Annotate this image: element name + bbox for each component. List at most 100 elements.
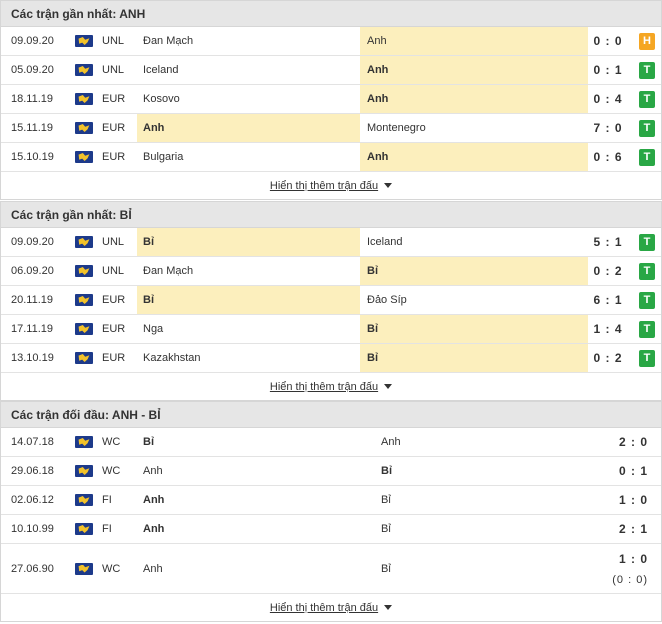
flag-icon — [75, 143, 95, 171]
competition: EUR — [102, 352, 126, 364]
match-date: 20.11.19 — [11, 294, 54, 306]
home-team[interactable]: Anh — [137, 457, 374, 485]
flag-icon — [75, 315, 95, 343]
away-team[interactable]: Bỉ — [360, 344, 588, 372]
away-team[interactable]: Bỉ — [360, 257, 588, 285]
away-team[interactable]: Anh — [360, 85, 588, 113]
flag-icon — [75, 114, 95, 142]
flag-icon — [75, 286, 95, 314]
home-team[interactable]: Anh — [137, 515, 374, 543]
home-team[interactable]: Anh — [137, 544, 374, 593]
result-badge: T — [638, 143, 656, 171]
match-score: 1 : 4 — [593, 322, 623, 336]
away-team[interactable]: Bỉ — [360, 315, 588, 343]
flag-icon — [75, 27, 95, 55]
flag-icon — [75, 85, 95, 113]
match-score: 7 : 0 — [593, 121, 623, 135]
match-score: 0 : 0 — [593, 34, 623, 48]
match-score: 6 : 1 — [593, 293, 623, 307]
away-team[interactable]: Iceland — [360, 228, 588, 256]
competition: UNL — [102, 35, 125, 47]
show-more-link[interactable]: Hiển thị thêm trận đấu — [270, 381, 378, 393]
match-date: 06.09.20 — [11, 265, 54, 277]
result-badge: T — [638, 228, 656, 256]
match-row[interactable]: 13.10.19 EUR Kazakhstan Bỉ 0 : 2 T — [1, 344, 661, 373]
match-row[interactable]: 15.11.19 EUR Anh Montenegro 7 : 0 T — [1, 114, 661, 143]
match-score: 1 : 0 — [618, 493, 648, 507]
away-team[interactable]: Bỉ — [374, 544, 604, 593]
caret-down-icon[interactable] — [384, 384, 393, 389]
match-score: 0 : 1 — [593, 63, 623, 77]
home-team[interactable]: Bỉ — [137, 286, 360, 314]
match-score: 5 : 1 — [593, 235, 623, 249]
match-date: 15.10.19 — [11, 151, 54, 163]
caret-down-icon[interactable] — [384, 183, 393, 188]
match-row[interactable]: 29.06.18 WC Anh Bỉ 0 : 1 — [1, 457, 661, 486]
match-date: 09.09.20 — [11, 236, 54, 248]
home-team[interactable]: Nga — [137, 315, 360, 343]
home-team[interactable]: Bỉ — [137, 428, 374, 456]
match-row[interactable]: 05.09.20 UNL Iceland Anh 0 : 1 T — [1, 56, 661, 85]
home-team[interactable]: Anh — [137, 114, 360, 142]
home-team[interactable]: Đan Mạch — [137, 257, 360, 285]
match-row[interactable]: 17.11.19 EUR Nga Bỉ 1 : 4 T — [1, 315, 661, 344]
flag-icon — [75, 344, 95, 372]
match-row[interactable]: 20.11.19 EUR Bỉ Đảo Síp 6 : 1 T — [1, 286, 661, 315]
home-team[interactable]: Bỉ — [137, 228, 360, 256]
match-row[interactable]: 14.07.18 WC Bỉ Anh 2 : 0 — [1, 428, 661, 457]
match-row[interactable]: 18.11.19 EUR Kosovo Anh 0 : 4 T — [1, 85, 661, 114]
match-row[interactable]: 15.10.19 EUR Bulgaria Anh 0 : 6 T — [1, 143, 661, 172]
caret-down-icon[interactable] — [384, 605, 393, 610]
result-badge: T — [638, 85, 656, 113]
show-more-link[interactable]: Hiển thị thêm trận đấu — [270, 180, 378, 192]
away-team[interactable]: Montenegro — [360, 114, 588, 142]
section-title: Các trận đối đầu: ANH - BỈ — [1, 402, 661, 428]
show-more: Hiển thị thêm trận đấu — [1, 594, 661, 621]
home-team[interactable]: Đan Mạch — [137, 27, 360, 55]
competition: UNL — [102, 265, 125, 277]
match-date: 09.09.20 — [11, 35, 54, 47]
match-score: 0 : 2 — [593, 351, 623, 365]
result-badge: T — [638, 114, 656, 142]
match-date: 29.06.18 — [11, 465, 54, 477]
recent-matches-belgium: Các trận gần nhất: BỈ 09.09.20 UNL Bỉ Ic… — [0, 201, 662, 401]
match-row[interactable]: 02.06.12 FI Anh Bỉ 1 : 0 — [1, 486, 661, 515]
flag-icon — [75, 515, 95, 543]
match-row[interactable]: 09.09.20 UNL Bỉ Iceland 5 : 1 T — [1, 228, 661, 257]
away-team[interactable]: Anh — [360, 27, 588, 55]
home-team[interactable]: Bulgaria — [137, 143, 360, 171]
result-badge: T — [638, 286, 656, 314]
away-team[interactable]: Bỉ — [374, 486, 604, 514]
competition: WC — [102, 562, 121, 575]
away-team[interactable]: Bỉ — [374, 457, 604, 485]
away-team[interactable]: Đảo Síp — [360, 286, 588, 314]
match-score: 0 : 4 — [593, 92, 623, 106]
away-team[interactable]: Anh — [374, 428, 604, 456]
flag-icon — [75, 486, 95, 514]
full-time-score: 1 : 0 — [618, 551, 648, 566]
competition: FI — [102, 494, 112, 506]
competition: UNL — [102, 236, 125, 248]
show-more-link[interactable]: Hiển thị thêm trận đấu — [270, 602, 378, 614]
home-team[interactable]: Iceland — [137, 56, 360, 84]
match-row[interactable]: 27.06.90 WC Anh Bỉ 1 : 0 (0 : 0) — [1, 544, 661, 594]
home-team[interactable]: Anh — [137, 486, 374, 514]
match-row[interactable]: 06.09.20 UNL Đan Mạch Bỉ 0 : 2 T — [1, 257, 661, 286]
competition: EUR — [102, 151, 126, 163]
away-team[interactable]: Anh — [360, 143, 588, 171]
away-team[interactable]: Anh — [360, 56, 588, 84]
match-date: 14.07.18 — [11, 436, 54, 448]
competition: FI — [102, 523, 112, 535]
match-row[interactable]: 10.10.99 FI Anh Bỉ 2 : 1 — [1, 515, 661, 544]
match-date: 05.09.20 — [11, 64, 54, 76]
show-more: Hiển thị thêm trận đấu — [1, 373, 661, 400]
match-row[interactable]: 09.09.20 UNL Đan Mạch Anh 0 : 0 H — [1, 27, 661, 56]
match-date: 02.06.12 — [11, 494, 54, 506]
home-team[interactable]: Kosovo — [137, 85, 360, 113]
result-badge: H — [638, 27, 656, 55]
match-date: 15.11.19 — [11, 122, 54, 134]
away-team[interactable]: Bỉ — [374, 515, 604, 543]
competition: WC — [102, 436, 121, 448]
home-team[interactable]: Kazakhstan — [137, 344, 360, 372]
competition: WC — [102, 465, 121, 477]
